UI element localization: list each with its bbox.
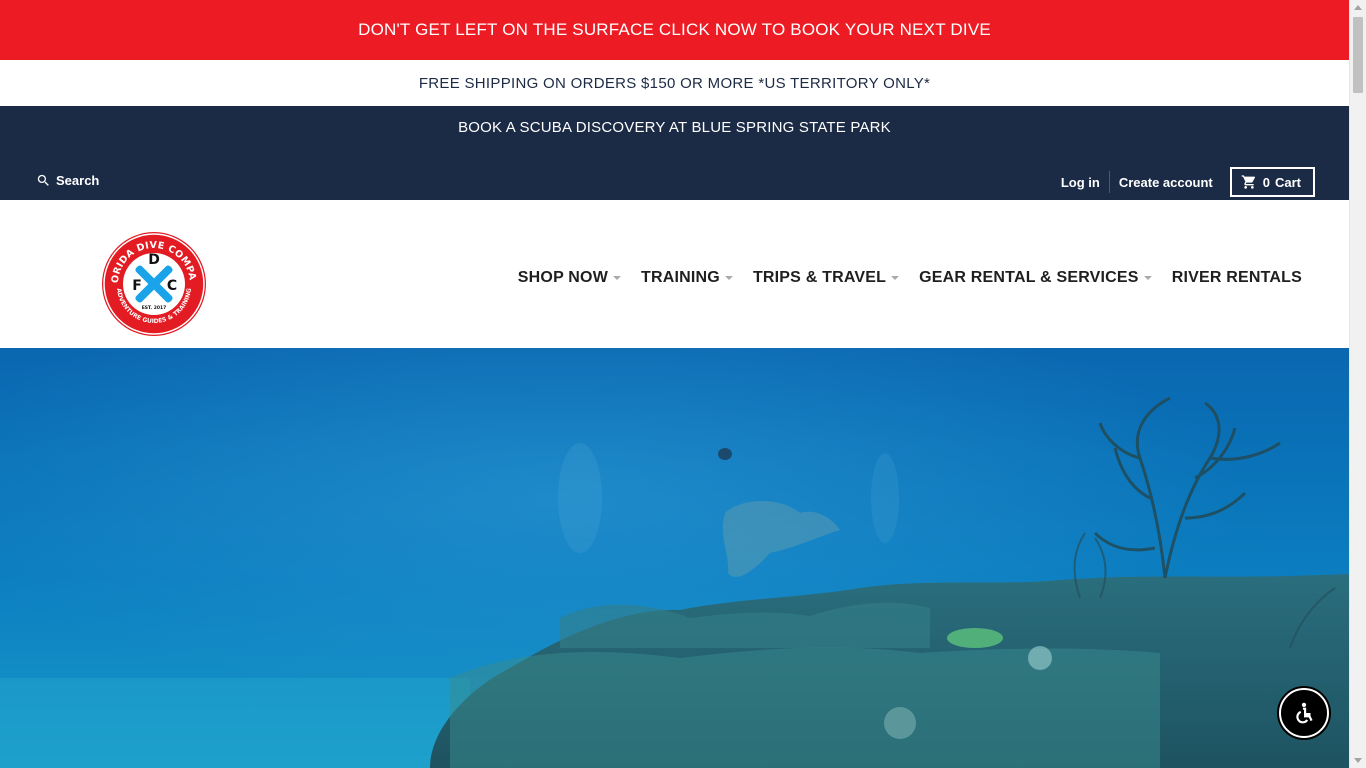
divider bbox=[1108, 171, 1110, 193]
cart-label: Cart bbox=[1274, 174, 1301, 190]
create-account-link[interactable]: Create account bbox=[1119, 175, 1213, 190]
shopping-cart-icon bbox=[1241, 175, 1255, 189]
nav-item-trips-travel[interactable]: TRIPS & TRAVEL bbox=[752, 269, 900, 287]
nav-item-gear-rental[interactable]: GEAR RENTAL & SERVICES bbox=[919, 269, 1152, 287]
cart-button[interactable]: 0 Cart bbox=[1229, 167, 1315, 197]
main-nav: SHOP NOW TRAINING TRIPS & TRAVEL GEAR RE… bbox=[498, 269, 1302, 287]
chevron-down-icon bbox=[724, 276, 733, 280]
announcement-text[interactable]: BOOK A SCUBA DISCOVERY AT BLUE SPRING ST… bbox=[0, 119, 1349, 136]
search-icon bbox=[37, 174, 49, 186]
nav-label: SHOP NOW bbox=[517, 269, 608, 286]
scroll-up-arrow-icon[interactable] bbox=[1354, 5, 1362, 10]
promo-link[interactable]: DON'T GET LEFT ON THE SURFACE CLICK NOW … bbox=[358, 20, 991, 40]
nav-item-shop-now[interactable]: SHOP NOW bbox=[518, 269, 621, 287]
nav-item-training[interactable]: TRAINING bbox=[641, 269, 733, 287]
accessibility-button[interactable] bbox=[1279, 688, 1329, 738]
site-header: FLORIDA DIVE COMPANY ADVENTURE GUIDES & … bbox=[0, 200, 1349, 348]
promo-bar[interactable]: DON'T GET LEFT ON THE SURFACE CLICK NOW … bbox=[0, 0, 1349, 60]
chevron-down-icon bbox=[891, 276, 900, 280]
shipping-bar: FREE SHIPPING ON ORDERS $150 OR MORE *US… bbox=[0, 60, 1349, 106]
scroll-down-arrow-icon[interactable] bbox=[1354, 758, 1362, 763]
top-utility-bar: BOOK A SCUBA DISCOVERY AT BLUE SPRING ST… bbox=[0, 106, 1349, 200]
login-link[interactable]: Log in bbox=[1061, 175, 1100, 190]
accessibility-icon bbox=[1296, 702, 1313, 724]
shipping-text: FREE SHIPPING ON ORDERS $150 OR MORE *US… bbox=[418, 74, 931, 92]
scrollbar-thumb[interactable] bbox=[1353, 17, 1363, 93]
logo-est: EST. 2017 bbox=[142, 305, 167, 311]
logo-letter-f: F bbox=[132, 278, 142, 294]
nav-label: RIVER RENTALS bbox=[1171, 269, 1302, 286]
nav-label: TRIPS & TRAVEL bbox=[752, 269, 887, 286]
search-button[interactable]: Search bbox=[36, 173, 99, 188]
underwater-reef-image bbox=[0, 348, 1349, 768]
chevron-down-icon bbox=[613, 276, 621, 280]
chevron-down-icon bbox=[1143, 276, 1152, 280]
cart-count: 0 bbox=[1262, 174, 1270, 190]
vertical-scrollbar[interactable] bbox=[1349, 0, 1366, 768]
account-links: Log in Create account 0 Cart bbox=[1061, 167, 1315, 197]
page: DON'T GET LEFT ON THE SURFACE CLICK NOW … bbox=[0, 0, 1349, 768]
search-label: Search bbox=[56, 173, 100, 188]
nav-item-river-rentals[interactable]: RIVER RENTALS bbox=[1172, 269, 1302, 287]
logo-letter-d: D bbox=[148, 252, 160, 268]
nav-label: GEAR RENTAL & SERVICES bbox=[919, 269, 1139, 286]
nav-label: TRAINING bbox=[641, 269, 720, 286]
logo-letter-c: C bbox=[167, 278, 177, 294]
hero-banner bbox=[0, 348, 1349, 768]
florida-dive-company-logo[interactable]: FLORIDA DIVE COMPANY ADVENTURE GUIDES & … bbox=[101, 231, 207, 337]
